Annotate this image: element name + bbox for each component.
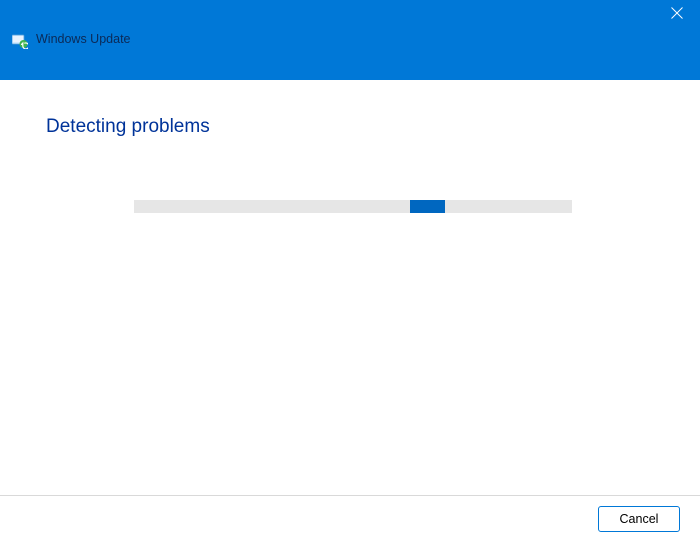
progress-bar <box>134 200 572 213</box>
titlebar <box>0 0 700 30</box>
page-heading: Detecting problems <box>46 116 660 138</box>
cancel-button[interactable]: Cancel <box>598 506 680 532</box>
windows-update-icon <box>12 33 28 49</box>
footer-bar: Cancel <box>0 495 700 541</box>
header-bar: Windows Update <box>0 30 700 80</box>
header-title: Windows Update <box>36 32 131 46</box>
progress-container <box>46 200 660 213</box>
close-icon <box>671 6 683 24</box>
progress-segment <box>410 200 445 213</box>
close-button[interactable] <box>654 0 700 30</box>
content-area: Detecting problems <box>0 80 700 495</box>
